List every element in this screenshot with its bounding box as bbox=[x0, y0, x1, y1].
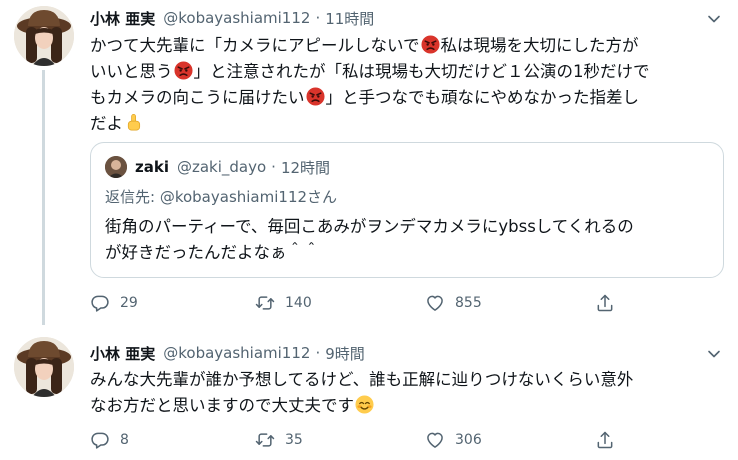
author-name[interactable]: 小林 亜実 bbox=[90, 343, 155, 364]
like-button[interactable]: 306 bbox=[425, 428, 482, 452]
tweet-text-segment: だよ bbox=[90, 114, 123, 133]
retweet-icon bbox=[255, 293, 275, 313]
avatar[interactable] bbox=[14, 337, 74, 397]
quote-author-handle[interactable]: @zaki_dayo bbox=[177, 158, 266, 176]
heart-icon bbox=[425, 430, 445, 450]
avatar-image bbox=[14, 337, 74, 397]
separator-dot: · bbox=[315, 9, 321, 27]
share-button[interactable] bbox=[595, 291, 625, 315]
tweet-text-line: だよ bbox=[90, 111, 720, 137]
reply-button[interactable]: 29 bbox=[90, 291, 138, 315]
tweet-text-line: かつて大先輩に「カメラにアピールしないで 私は現場を大切にした方が bbox=[90, 33, 720, 59]
share-button[interactable] bbox=[595, 428, 625, 452]
retweet-icon bbox=[255, 430, 275, 450]
quote-avatar-image bbox=[105, 156, 127, 178]
tweet-text-segment: かつて大先輩に「カメラにアピールしないで bbox=[90, 36, 420, 55]
quote-header: zaki @zaki_dayo · 12時間 bbox=[135, 156, 330, 178]
tweet-item[interactable]: 小林 亜実 @kobayashiami112 · 11時間 かつて大先輩に「カメ… bbox=[0, 0, 738, 325]
tweet-text-segment: 」と手つなでも頑なにやめなかった指差し bbox=[325, 88, 640, 107]
tweet-timestamp[interactable]: 11時間 bbox=[325, 8, 374, 29]
heart-icon bbox=[425, 293, 445, 313]
tweet-text-line: いいと思う 」と注意されたが「私は現場も大切だけど１公演の1秒だけで bbox=[90, 59, 720, 85]
retweet-button[interactable]: 140 bbox=[255, 291, 312, 315]
reply-to-handle-link[interactable]: @kobayashiami112さん bbox=[160, 188, 337, 206]
avatar-image bbox=[14, 6, 74, 66]
quote-author-name[interactable]: zaki bbox=[135, 158, 169, 176]
thread-connector-line bbox=[42, 70, 45, 325]
like-count: 855 bbox=[455, 295, 482, 311]
tweet-actions: 29 140 855 bbox=[90, 291, 630, 315]
share-icon bbox=[595, 430, 615, 450]
angry-face-emoji-icon bbox=[421, 35, 440, 54]
reply-icon bbox=[90, 430, 110, 450]
reply-icon bbox=[90, 293, 110, 313]
avatar[interactable] bbox=[14, 6, 74, 66]
tweet-text: みんな大先輩が誰か予想してるけど、誰も正解に辿りつけないくらい意外 なお方だと思… bbox=[90, 367, 720, 419]
reply-count: 29 bbox=[120, 295, 138, 311]
tweet-text-segment: もカメラの向こうに届けたい bbox=[90, 88, 305, 107]
tweet-text: かつて大先輩に「カメラにアピールしないで 私は現場を大切にした方が いいと思う 」と… bbox=[90, 33, 720, 137]
like-count: 306 bbox=[455, 432, 482, 448]
reply-to-label: 返信先: @kobayashiami112さん bbox=[105, 186, 337, 207]
separator-dot: · bbox=[315, 344, 321, 362]
pointing-up-emoji-icon bbox=[124, 113, 143, 132]
like-button[interactable]: 855 bbox=[425, 291, 482, 315]
tweet-header: 小林 亜実 @kobayashiami112 · 9時間 bbox=[90, 342, 365, 364]
tweet-text-segment: なお方だと思いますので大丈夫です bbox=[90, 396, 354, 415]
quote-text-line: 街角のパーティーで、毎回こあみがヲンデマカメラにybssしてくれるの bbox=[105, 217, 634, 236]
tweet-text-line: みんな大先輩が誰か予想してるけど、誰も正解に辿りつけないくらい意外 bbox=[90, 370, 634, 389]
tweet-text-line: なお方だと思いますので大丈夫です bbox=[90, 393, 720, 419]
chevron-down-icon[interactable] bbox=[706, 11, 722, 27]
tweet-actions: 8 35 306 bbox=[90, 428, 630, 452]
tweet-item[interactable]: 小林 亜実 @kobayashiami112 · 9時間 みんな大先輩が誰か予想… bbox=[0, 325, 738, 460]
tweet-text-line: もカメラの向こうに届けたい 」と手つなでも頑なにやめなかった指差し bbox=[90, 85, 720, 111]
tweet-header: 小林 亜実 @kobayashiami112 · 11時間 bbox=[90, 7, 374, 29]
tweet-text-segment: いいと思う bbox=[90, 62, 173, 81]
quote-text: 街角のパーティーで、毎回こあみがヲンデマカメラにybssしてくれるの が好きだっ… bbox=[105, 214, 715, 266]
separator-dot: · bbox=[271, 158, 276, 176]
author-handle[interactable]: @kobayashiami112 bbox=[163, 9, 310, 27]
author-name[interactable]: 小林 亜実 bbox=[90, 8, 155, 29]
tweet-text-segment: 私は現場を大切にした方が bbox=[440, 36, 639, 55]
tweet-timestamp[interactable]: 9時間 bbox=[325, 343, 365, 364]
author-handle[interactable]: @kobayashiami112 bbox=[163, 344, 310, 362]
quoted-tweet[interactable]: zaki @zaki_dayo · 12時間 返信先: @kobayashiam… bbox=[90, 142, 724, 278]
quote-timestamp: 12時間 bbox=[280, 158, 331, 177]
angry-face-emoji-icon bbox=[174, 61, 193, 80]
quote-text-line: が好きだったんだよなぁ＾＾ bbox=[105, 243, 320, 262]
retweet-count: 140 bbox=[285, 295, 312, 311]
reply-button[interactable]: 8 bbox=[90, 428, 129, 452]
reply-to-prefix: 返信先: bbox=[105, 188, 160, 206]
share-icon bbox=[595, 293, 615, 313]
reply-count: 8 bbox=[120, 432, 129, 448]
retweet-count: 35 bbox=[285, 432, 303, 448]
chevron-down-icon[interactable] bbox=[706, 346, 722, 362]
smiling-blush-emoji-icon bbox=[355, 395, 374, 414]
tweet-text-segment: 」と注意されたが「私は現場も大切だけど１公演の1秒だけで bbox=[193, 62, 650, 81]
angry-face-emoji-icon bbox=[306, 87, 325, 106]
quote-avatar[interactable] bbox=[105, 156, 127, 178]
retweet-button[interactable]: 35 bbox=[255, 428, 303, 452]
